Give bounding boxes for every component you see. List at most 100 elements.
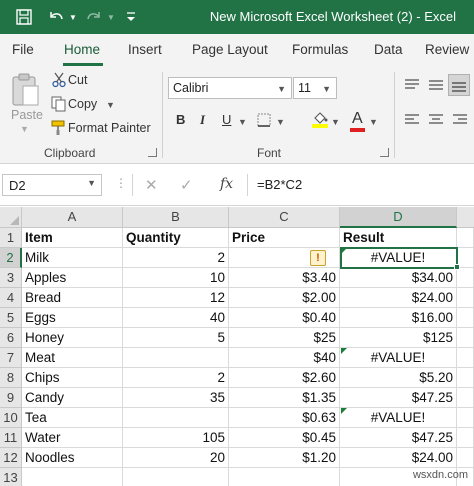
row-header[interactable]: 1 [0,228,22,248]
tab-insert[interactable]: Insert [128,42,162,57]
cell-b1[interactable]: Quantity [123,228,229,248]
cell-c9[interactable]: $1.35 [229,388,340,408]
font-name-select[interactable]: Calibri ▼ [168,77,292,99]
cell-a7[interactable]: Meat [22,348,123,368]
name-box[interactable]: D2 ▼ [2,174,102,196]
cell-c7[interactable]: $40 [229,348,340,368]
row-header[interactable]: 6 [0,328,22,348]
undo-icon[interactable] [46,7,66,27]
cell-e6[interactable] [457,328,474,348]
cell-a11[interactable]: Water [22,428,123,448]
row-header[interactable]: 9 [0,388,22,408]
row-header[interactable]: 13 [0,468,22,486]
cell-b3[interactable]: 10 [123,268,229,288]
borders-icon[interactable] [257,113,271,130]
cell-b13[interactable] [123,468,229,486]
redo-dropdown-icon[interactable]: ▼ [106,7,116,27]
align-right-icon[interactable] [452,113,468,130]
paste-icon[interactable] [10,72,40,111]
cell-c11[interactable]: $0.45 [229,428,340,448]
cell-c5[interactable]: $0.40 [229,308,340,328]
fill-color-dropdown-icon[interactable]: ▼ [331,117,340,127]
cell-b9[interactable]: 35 [123,388,229,408]
save-icon[interactable] [14,7,34,27]
paste-button[interactable]: Paste [11,108,43,122]
cell-e12[interactable] [457,448,474,468]
cell-e10[interactable] [457,408,474,428]
cell-b4[interactable]: 12 [123,288,229,308]
cell-e5[interactable] [457,308,474,328]
tab-page-layout[interactable]: Page Layout [192,42,268,57]
row-header[interactable]: 8 [0,368,22,388]
cell-b8[interactable]: 2 [123,368,229,388]
fill-color-icon[interactable] [312,110,328,131]
cell-e9[interactable] [457,388,474,408]
tab-formulas[interactable]: Formulas [292,42,348,57]
cell-d3[interactable]: $34.00 [340,268,457,288]
underline-button[interactable]: U [222,112,231,127]
tab-review[interactable]: Review [425,42,469,57]
cell-c12[interactable]: $1.20 [229,448,340,468]
enter-icon[interactable]: ✓ [180,176,193,194]
cell-b5[interactable]: 40 [123,308,229,328]
cancel-icon[interactable]: ✕ [145,176,158,194]
column-header-b[interactable]: B [123,207,229,228]
cell-d1[interactable]: Result [340,228,457,248]
column-header-a[interactable]: A [22,207,123,228]
cell-d11[interactable]: $47.25 [340,428,457,448]
font-size-select[interactable]: 11 ▼ [293,77,337,99]
cell-b7[interactable] [123,348,229,368]
bold-button[interactable]: B [176,112,185,127]
row-header[interactable]: 3 [0,268,22,288]
cell-a10[interactable]: Tea [22,408,123,428]
row-header[interactable]: 7 [0,348,22,368]
cell-d4[interactable]: $24.00 [340,288,457,308]
fill-handle[interactable] [454,264,460,270]
undo-dropdown-icon[interactable]: ▼ [68,7,78,27]
borders-dropdown-icon[interactable]: ▼ [276,117,285,127]
font-color-button[interactable]: A [352,110,363,128]
cell-a1[interactable]: Item [22,228,123,248]
column-header-c[interactable]: C [229,207,340,228]
cell-a8[interactable]: Chips [22,368,123,388]
cell-b12[interactable]: 20 [123,448,229,468]
tab-home[interactable]: Home [64,42,100,57]
select-all-button[interactable] [0,207,22,228]
tab-data[interactable]: Data [374,42,403,57]
cell-e8[interactable] [457,368,474,388]
cell-c13[interactable] [229,468,340,486]
cell-d5[interactable]: $16.00 [340,308,457,328]
redo-icon[interactable] [84,7,104,27]
copy-button[interactable]: Copy [68,97,97,111]
copy-dropdown-icon[interactable]: ▼ [106,100,115,110]
cell-a2[interactable]: Milk [22,248,123,268]
cut-button[interactable]: Cut [68,73,87,87]
format-painter-button[interactable]: Format Painter [68,121,151,135]
cell-c1[interactable]: Price [229,228,340,248]
cell-b2[interactable]: 2 [123,248,229,268]
cell-e1[interactable] [457,228,474,248]
cell-b11[interactable]: 105 [123,428,229,448]
cell-e11[interactable] [457,428,474,448]
column-header-e[interactable] [457,207,474,228]
cell-c10[interactable]: $0.63 [229,408,340,428]
formula-input[interactable]: =B2*C2 [257,177,302,192]
cell-d6[interactable]: $125 [340,328,457,348]
cell-a9[interactable]: Candy [22,388,123,408]
align-middle-icon[interactable] [428,78,444,95]
row-header[interactable]: 12 [0,448,22,468]
cell-e3[interactable] [457,268,474,288]
cell-a5[interactable]: Eggs [22,308,123,328]
customize-icon[interactable] [124,7,138,27]
cell-c8[interactable]: $2.60 [229,368,340,388]
italic-button[interactable]: I [200,112,205,128]
cell-c4[interactable]: $2.00 [229,288,340,308]
underline-dropdown-icon[interactable]: ▼ [238,117,247,127]
column-header-d[interactable]: D [340,207,457,228]
align-center-icon[interactable] [428,113,444,130]
cell-b6[interactable]: 5 [123,328,229,348]
insert-function-icon[interactable]: fx [220,176,233,192]
cell-d8[interactable]: $5.20 [340,368,457,388]
font-color-dropdown-icon[interactable]: ▼ [369,117,378,127]
font-launcher-icon[interactable] [380,148,389,157]
